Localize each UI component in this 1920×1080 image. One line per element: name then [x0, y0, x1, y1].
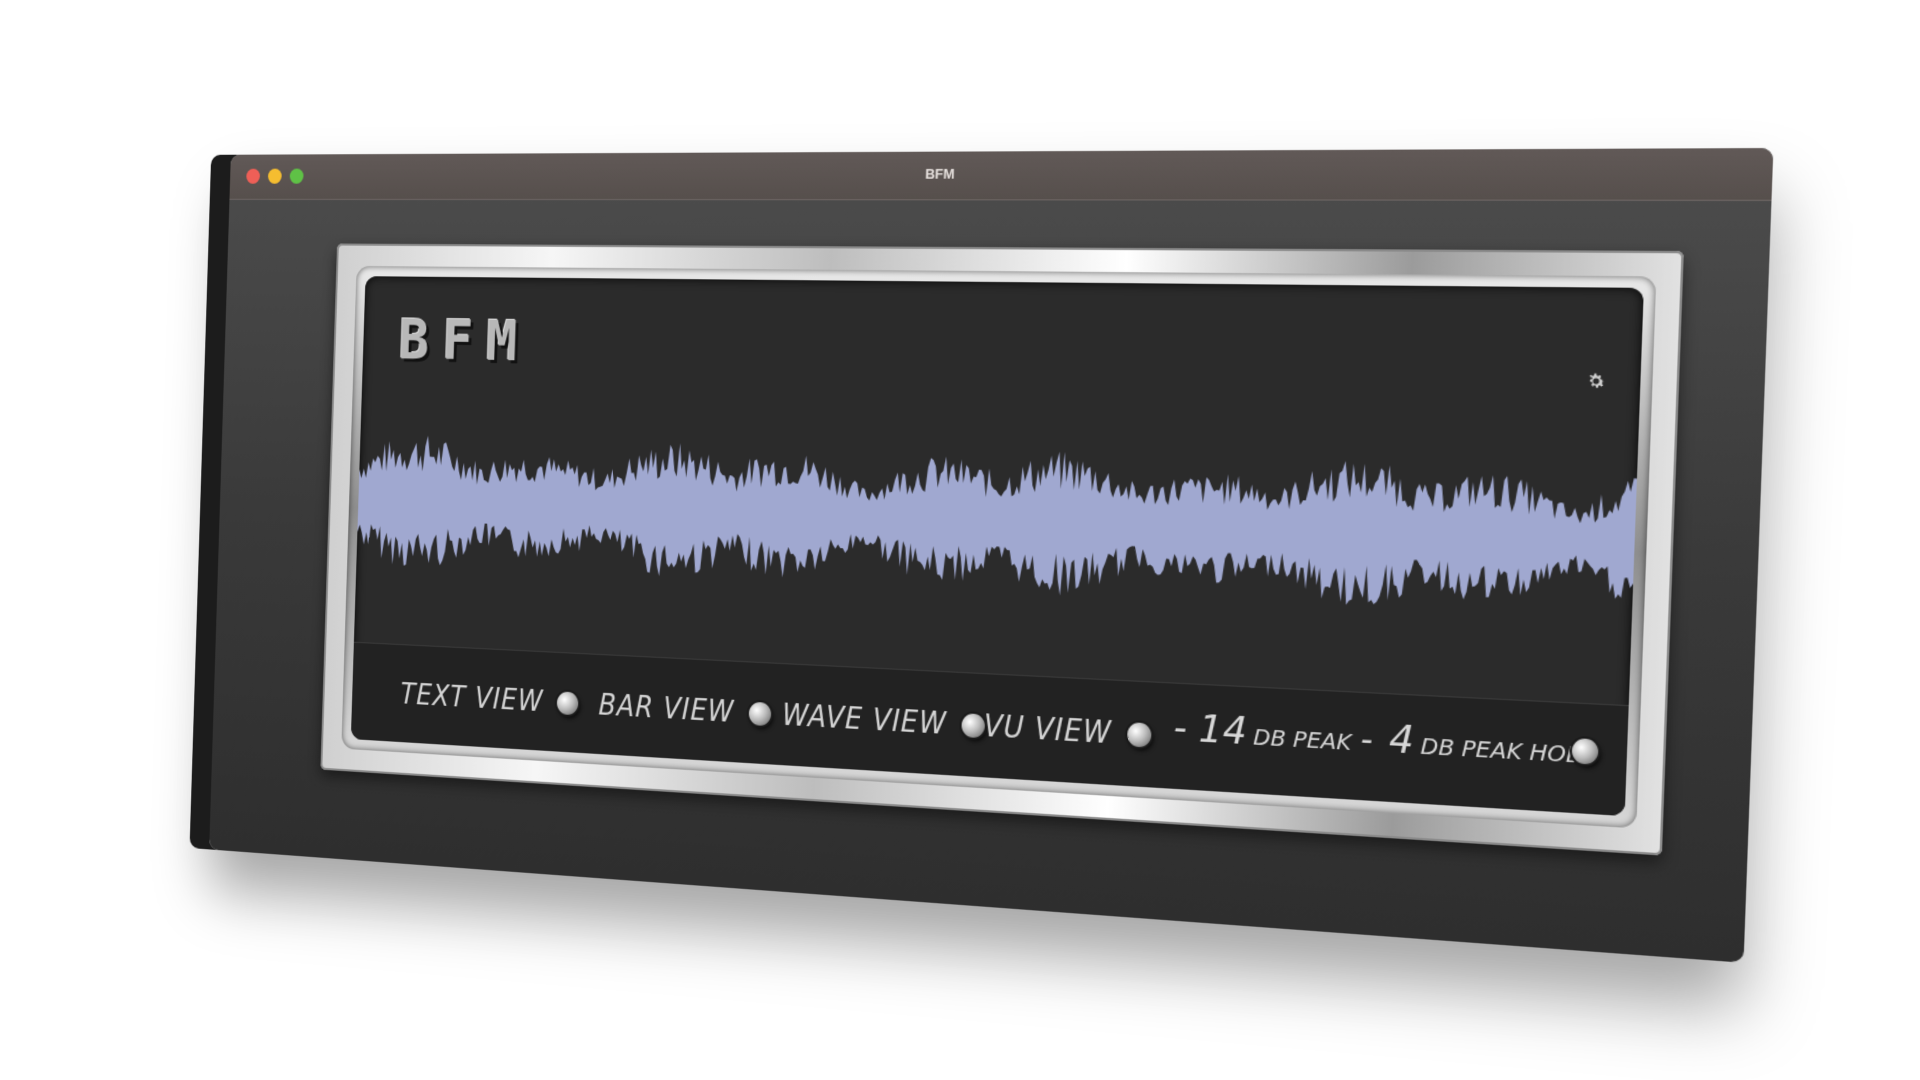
chrome-bezel: BFM TEXT VIEW BAR VIEW WAVE VIEW VU VIEW… — [320, 243, 1684, 856]
text-view-button[interactable]: TEXT VIEW — [400, 674, 579, 725]
bar-view-knob[interactable] — [748, 701, 771, 727]
wave-view-button[interactable]: WAVE VIEW — [781, 694, 986, 748]
peak-value: - 14 — [1172, 705, 1248, 755]
window-title: BFM — [924, 165, 955, 182]
gear-icon-glyph — [1589, 373, 1605, 388]
app-window: BFM BFM TEXT VIEW BAR VIEW WAVE VIEW VU … — [209, 148, 1774, 963]
waveform-path — [356, 433, 1638, 620]
wave-view-knob[interactable] — [961, 713, 986, 739]
control-bar: TEXT VIEW BAR VIEW WAVE VIEW VU VIEW - 1… — [350, 641, 1629, 817]
gear-icon[interactable] — [1585, 370, 1607, 391]
meter-display: BFM TEXT VIEW BAR VIEW WAVE VIEW VU VIEW… — [350, 276, 1644, 817]
text-view-knob[interactable] — [556, 691, 579, 716]
vu-view-button[interactable]: VU VIEW — [983, 705, 1152, 758]
stage: BFM BFM TEXT VIEW BAR VIEW WAVE VIEW VU … — [0, 0, 1920, 1080]
hold-value: 4 — [1388, 716, 1415, 764]
bar-view-button[interactable]: BAR VIEW — [598, 684, 771, 736]
peak-unit: DB PEAK — [1252, 723, 1352, 756]
wave-view-label: WAVE VIEW — [781, 697, 948, 743]
vu-view-knob[interactable] — [1126, 722, 1152, 748]
audio-waveform — [356, 433, 1638, 620]
bar-view-label: BAR VIEW — [598, 687, 735, 730]
vu-view-label: VU VIEW — [983, 708, 1113, 752]
readout-separator: - — [1359, 720, 1374, 761]
title-bar[interactable]: BFM — [229, 148, 1774, 201]
text-view-label: TEXT VIEW — [399, 677, 544, 720]
peak-readout: - 14 DB PEAK - 4 DB PEAK HOLD — [1166, 705, 1599, 785]
chrome-bezel-inner: BFM TEXT VIEW BAR VIEW WAVE VIEW VU VIEW… — [341, 265, 1657, 829]
app-logo: BFM — [397, 307, 532, 374]
